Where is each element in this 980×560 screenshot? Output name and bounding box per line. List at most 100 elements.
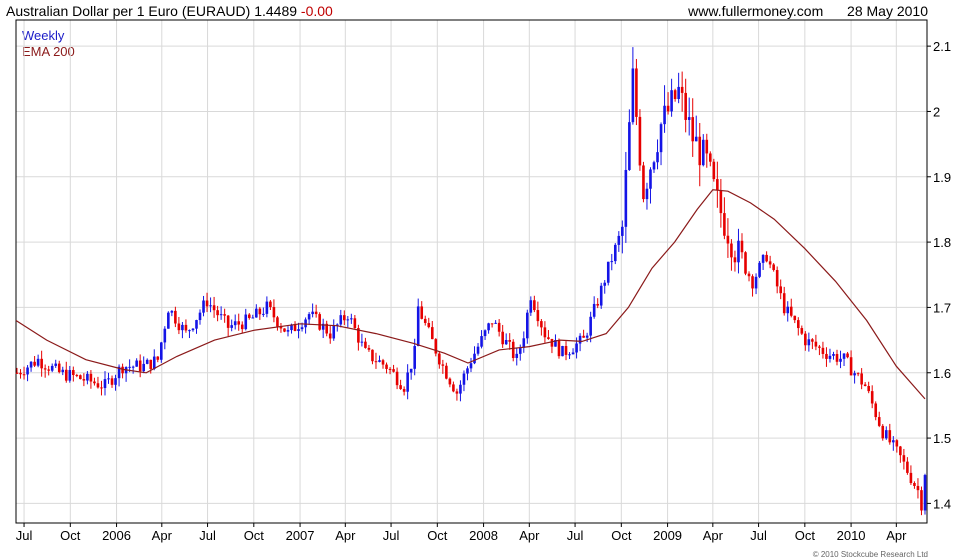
candle-down [533,295,536,313]
candle-body [892,440,895,443]
candle-up [209,297,212,313]
candle-body [691,117,695,142]
y-axis: 1.4 1.5 1.6 1.7 1.8 1.9 2 2.1 [927,39,951,511]
candle-body [79,375,82,380]
candle-down [43,364,47,378]
candle-up [807,332,811,352]
candle-up [617,231,621,252]
candle-up [332,319,336,341]
candle-up [198,309,202,325]
candle-body [497,322,501,332]
candle-up [754,273,758,295]
candle-up [181,321,184,339]
candle-down [849,350,853,376]
candle-down [452,381,455,393]
candle-up [54,359,58,368]
candle-body [730,243,733,258]
candle-body [677,86,680,100]
candle-body [462,373,466,385]
candle-body [100,387,103,389]
candle-down [709,151,712,167]
candle-body [758,262,761,277]
candle-up [350,313,353,324]
candle-up [483,329,487,340]
candle-body [15,372,19,374]
candle-down [402,386,406,396]
candle-body [466,368,469,374]
x-tick-label: Oct [244,528,265,543]
candle-body [835,354,839,362]
candle-down [272,299,276,323]
candle-body [413,346,416,369]
candle-up [656,139,659,170]
candle-up [839,350,842,369]
candle-body [585,335,589,338]
candle-down [877,411,881,428]
candle-down [138,354,142,378]
candle-body [906,461,909,473]
candle-down [237,313,241,331]
candle-body [578,335,582,344]
candle-up [163,326,167,350]
candle-body [75,375,79,377]
y-tick-label: 1.9 [933,170,951,185]
candle-body [621,226,624,236]
candle-body [807,339,811,346]
candle-body [561,345,564,357]
candle-down [870,385,874,409]
candle-body [40,358,43,369]
candle-body [487,323,490,331]
candle-body [786,306,790,314]
candle-up [737,228,740,274]
candle-body [223,314,226,316]
candle-body [680,86,684,93]
candle-down [258,307,262,320]
candle-body [709,153,712,162]
candle-body [526,312,529,339]
candle-down [874,401,878,421]
candle-body [575,343,578,353]
candle-body [860,373,863,385]
candle-body [775,270,779,287]
candle-body [811,339,814,342]
candle-down [751,274,754,297]
x-tick-label: Jul [750,528,767,543]
x-tick-label: 2009 [653,528,682,543]
x-tick-label: Apr [886,528,907,543]
candle-body [142,363,146,372]
candle-body [888,430,892,443]
candle-down [796,317,800,336]
candle-body [603,282,607,286]
candle-down [33,355,36,368]
candle-body [846,353,849,358]
candle-body [304,319,307,328]
candle-down [445,362,448,380]
candle-body [262,313,265,315]
candle-body [726,235,730,244]
candle-down [818,344,821,356]
candle-up [378,355,381,363]
candle-body [371,349,374,362]
candle-up [103,371,107,396]
candle-body [719,190,723,214]
candle-body [895,440,899,447]
candle-up [265,296,269,318]
candle-body [592,303,596,317]
candle-body [441,364,445,366]
candle-down [448,377,452,388]
candle-up [360,333,364,347]
candle-up [335,323,339,332]
candle-down [543,321,547,343]
x-tick-label: Apr [703,528,724,543]
candle-body [628,122,631,170]
candle-body [314,311,318,315]
weekly-candles [15,47,927,516]
candle-up [663,85,666,133]
candle-body [723,213,726,236]
candle-up [473,346,476,365]
candle-body [480,336,483,347]
candle-body [244,314,248,330]
candle-down [223,308,226,323]
candle-down [247,313,251,320]
candle-body [226,315,230,328]
